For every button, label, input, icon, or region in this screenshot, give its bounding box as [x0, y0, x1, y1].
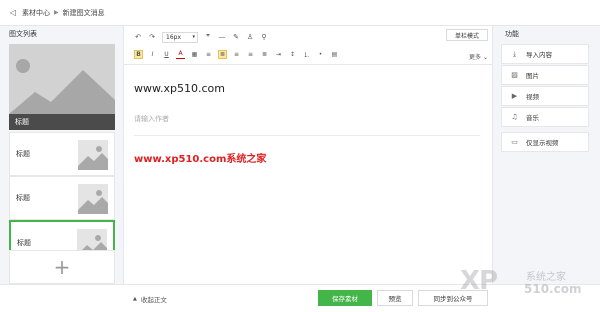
- image-placeholder-icon: [78, 140, 108, 170]
- button-label: 图片: [526, 72, 539, 80]
- background-color-icon[interactable]: ▦: [190, 50, 199, 59]
- breadcrumb-separator: ▶: [54, 9, 59, 16]
- quote-icon[interactable]: ❞: [204, 31, 212, 43]
- function-panel: 功能 ⤓ 导入内容 ▨ 图片 ▶ 视频 ♫ 音乐 ▭ 仅显示视频: [492, 26, 600, 284]
- preview-button[interactable]: 预览: [377, 290, 413, 306]
- ordered-list-icon[interactable]: ⒈: [302, 50, 311, 59]
- table-icon[interactable]: ▤: [330, 50, 339, 59]
- align-full-icon[interactable]: ≣: [260, 50, 269, 59]
- more-label: 更多: [469, 54, 482, 61]
- undo-icon[interactable]: ↶: [134, 31, 142, 43]
- indent-icon[interactable]: ⇥: [274, 50, 283, 59]
- article-item-title: 标题: [16, 194, 30, 202]
- video-only-icon: ▭: [511, 138, 518, 146]
- bottom-action-bar: ▲ 收起正文 保存素材 预览 同步到公众号: [0, 284, 600, 312]
- breadcrumb-current: 新建图文消息: [62, 8, 105, 17]
- breadcrumb-bar: ◁ 素材中心 ▶ 新建图文消息: [0, 0, 600, 26]
- add-article-button[interactable]: +: [9, 250, 115, 284]
- triangle-up-icon: ▲: [133, 296, 137, 302]
- more-tools-button[interactable]: 更多 ⌄: [469, 52, 488, 61]
- horizontal-rule-icon[interactable]: —: [218, 31, 226, 43]
- button-label: 音乐: [526, 114, 539, 122]
- chevron-down-icon: ▾: [192, 34, 195, 40]
- insert-video-button[interactable]: ▶ 视频: [501, 86, 589, 106]
- toolbar-divider: [124, 64, 492, 65]
- italic-icon[interactable]: I: [148, 50, 157, 59]
- cover-caption: 标题: [9, 114, 115, 130]
- article-body-editor[interactable]: www.xp510.com系统之家: [134, 150, 266, 165]
- image-icon: ▨: [511, 71, 518, 79]
- video-only-button[interactable]: ▭ 仅显示视频: [501, 132, 589, 152]
- underline-icon[interactable]: U: [162, 50, 171, 59]
- article-list-sidebar: 图文列表 标题 标题 标题 标题 +: [0, 26, 124, 284]
- bold-icon[interactable]: B: [134, 49, 143, 59]
- save-material-button[interactable]: 保存素材: [318, 290, 372, 306]
- editor-toolbar-top: ↶ ↷ 16px ▾ ❞ — ✎ ♙ ⚲: [134, 30, 486, 44]
- article-item-title: 标题: [16, 150, 30, 158]
- article-title-input[interactable]: www.xp510.com: [134, 82, 225, 95]
- align-left-icon[interactable]: ≡: [204, 50, 213, 59]
- music-icon: ♫: [511, 113, 518, 121]
- redo-icon[interactable]: ↷: [148, 31, 156, 43]
- article-list-item[interactable]: 标题: [9, 176, 115, 220]
- align-justify-icon[interactable]: ≣: [218, 49, 227, 59]
- sync-to-account-button[interactable]: 同步到公众号: [418, 290, 488, 306]
- back-arrow-icon[interactable]: ◁: [8, 8, 18, 18]
- format-painter-icon[interactable]: ✎: [232, 31, 240, 43]
- insert-music-button[interactable]: ♫ 音乐: [501, 107, 589, 127]
- editor-toolbar-format: B I U A ▦ ≡ ≣ ≡ ≡ ≣ ⇥ ↕ ⒈ • ▤: [134, 47, 486, 61]
- font-size-value: 16px: [166, 33, 181, 41]
- article-item-title: 标题: [17, 239, 31, 247]
- collapse-body-toggle[interactable]: ▲ 收起正文: [133, 294, 167, 304]
- unordered-list-icon[interactable]: •: [316, 50, 325, 59]
- article-list-item[interactable]: 标题: [9, 132, 115, 176]
- image-placeholder-icon: [78, 184, 108, 214]
- button-label: 视频: [526, 93, 539, 101]
- video-icon: ▶: [511, 92, 518, 100]
- button-label: 仅显示视频: [526, 139, 559, 147]
- editor-area: ↶ ↷ 16px ▾ ❞ — ✎ ♙ ⚲ 单栏模式 B I U A ▦ ≡ ≣ …: [124, 26, 492, 284]
- function-panel-title: 功能: [505, 30, 519, 38]
- cover-article-card[interactable]: 标题: [9, 44, 115, 130]
- import-icon: ⤓: [512, 49, 517, 58]
- font-color-icon[interactable]: A: [176, 50, 185, 59]
- insert-image-button[interactable]: ▨ 图片: [501, 65, 589, 85]
- font-size-select[interactable]: 16px ▾: [162, 31, 198, 43]
- button-label: 导入内容: [526, 51, 552, 59]
- align-center-icon[interactable]: ≡: [232, 50, 241, 59]
- collapse-label: 收起正文: [140, 296, 167, 304]
- breadcrumb-root[interactable]: 素材中心: [22, 8, 50, 18]
- sidebar-title: 图文列表: [9, 30, 37, 38]
- chevron-down-icon: ⌄: [482, 54, 488, 61]
- link-icon[interactable]: ⚲: [260, 31, 268, 43]
- author-divider: [134, 135, 480, 136]
- import-content-button[interactable]: ⤓ 导入内容: [501, 44, 589, 64]
- author-input[interactable]: 请输入作者: [134, 114, 169, 124]
- single-column-mode-button[interactable]: 单栏模式: [446, 29, 488, 41]
- align-right-icon[interactable]: ≡: [246, 50, 255, 59]
- clear-format-icon[interactable]: ♙: [246, 31, 254, 43]
- line-height-icon[interactable]: ↕: [288, 50, 297, 59]
